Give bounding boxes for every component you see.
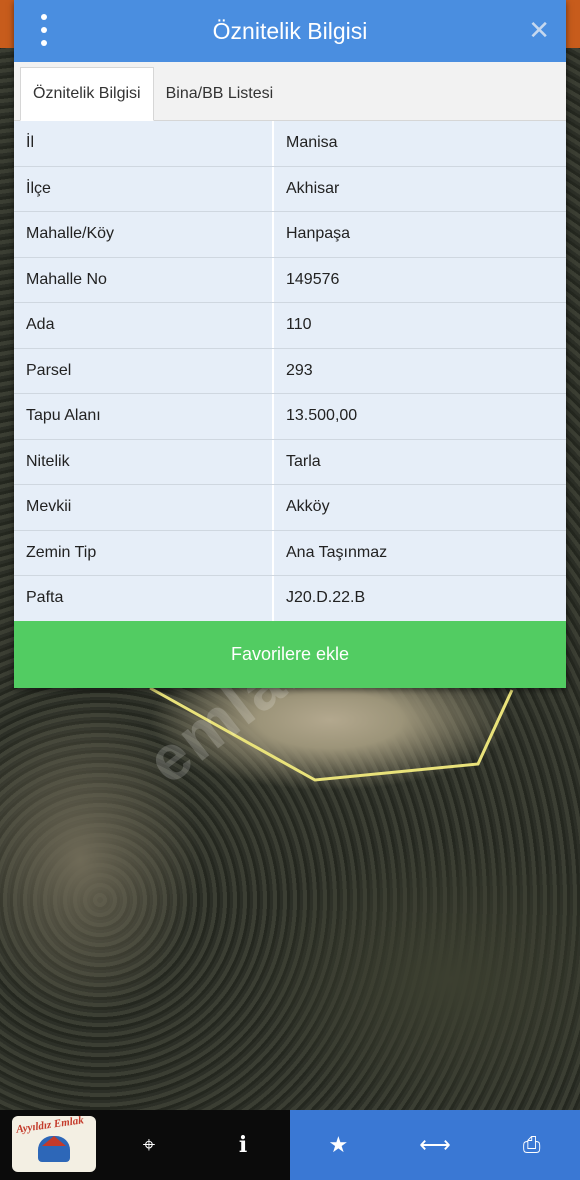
brand-logo: Ayyıldız Emlak	[12, 1116, 96, 1172]
attr-key: Pafta	[14, 576, 274, 621]
attr-value: Manisa	[286, 134, 338, 152]
attr-key: İl	[14, 121, 274, 166]
attr-value: Ana Taşınmaz	[286, 543, 388, 561]
attr-value: 13.500,00	[286, 407, 358, 425]
table-row: Mevkii Akköy	[14, 485, 566, 531]
tab-bar: Öznitelik Bilgisi Bina/BB Listesi	[14, 62, 566, 121]
attr-key: Zemin Tip	[14, 530, 274, 575]
attr-value: Akhisar	[286, 179, 340, 197]
attr-key: Mahalle No	[14, 257, 274, 302]
table-row: Nitelik Tarla	[14, 439, 566, 485]
attr-value: 110	[286, 316, 312, 334]
attr-key: Parsel	[14, 348, 274, 393]
attribute-panel: Öznitelik Bilgisi ✕ Öznitelik Bilgisi Bi…	[14, 0, 566, 688]
table-row: Tapu Alanı 13.500,00	[14, 394, 566, 440]
attribute-table: İl Manisa İlçe Akhisar Mahalle/Köy Hanpaşa …	[14, 121, 566, 622]
attr-key: İlçe	[14, 166, 274, 211]
attr-value: J20.D.22.B	[286, 589, 366, 607]
crosshair-icon[interactable]: ⌖	[102, 1110, 196, 1180]
attr-key: Tapu Alanı	[14, 394, 274, 439]
table-row: Mahalle/Köy Hanpaşa	[14, 212, 566, 258]
menu-kebab-icon[interactable]	[34, 14, 54, 46]
table-row: Ada 110	[14, 303, 566, 349]
printer-icon[interactable]: ⎙	[483, 1110, 580, 1180]
table-row: Pafta J20.D.22.B	[14, 576, 566, 622]
arrows-horizontal-icon[interactable]: ⟷	[387, 1110, 484, 1180]
attr-value: Hanpaşa	[286, 225, 351, 243]
table-row: Parsel 293	[14, 348, 566, 394]
panel-title: Öznitelik Bilgisi	[212, 17, 368, 44]
add-to-favorites-button[interactable]: Favorilere ekle	[14, 621, 566, 688]
table-row: İl Manisa	[14, 121, 566, 167]
attr-value: Akköy	[286, 498, 330, 516]
star-icon[interactable]: ★	[290, 1110, 387, 1180]
logo-text: Ayyıldız Emlak	[15, 1116, 85, 1136]
tab-bina-bb-listesi[interactable]: Bina/BB Listesi	[154, 68, 286, 120]
info-icon[interactable]: i	[196, 1110, 290, 1180]
attr-key: Mahalle/Köy	[14, 212, 274, 257]
attr-key: Nitelik	[14, 439, 274, 484]
tab-oznitelik-bilgisi[interactable]: Öznitelik Bilgisi	[20, 67, 154, 121]
attr-value: Tarla	[286, 452, 321, 470]
table-row: Mahalle No 149576	[14, 257, 566, 303]
map-accent-right	[566, 0, 580, 48]
bottom-toolbar: Ayyıldız Emlak ⌖ i ★ ⟷ ⎙	[0, 1110, 580, 1180]
close-icon[interactable]: ✕	[528, 14, 550, 46]
toolbar-right: ★ ⟷ ⎙	[290, 1110, 580, 1180]
table-row: İlçe Akhisar	[14, 166, 566, 212]
attr-key: Mevkii	[14, 485, 274, 530]
attr-value: 149576	[286, 270, 340, 288]
attr-value: 293	[286, 361, 313, 379]
panel-header: Öznitelik Bilgisi ✕	[14, 0, 566, 62]
table-row: Zemin Tip Ana Taşınmaz	[14, 530, 566, 576]
attr-key: Ada	[14, 303, 274, 348]
toolbar-left: Ayyıldız Emlak ⌖ i	[0, 1110, 290, 1180]
